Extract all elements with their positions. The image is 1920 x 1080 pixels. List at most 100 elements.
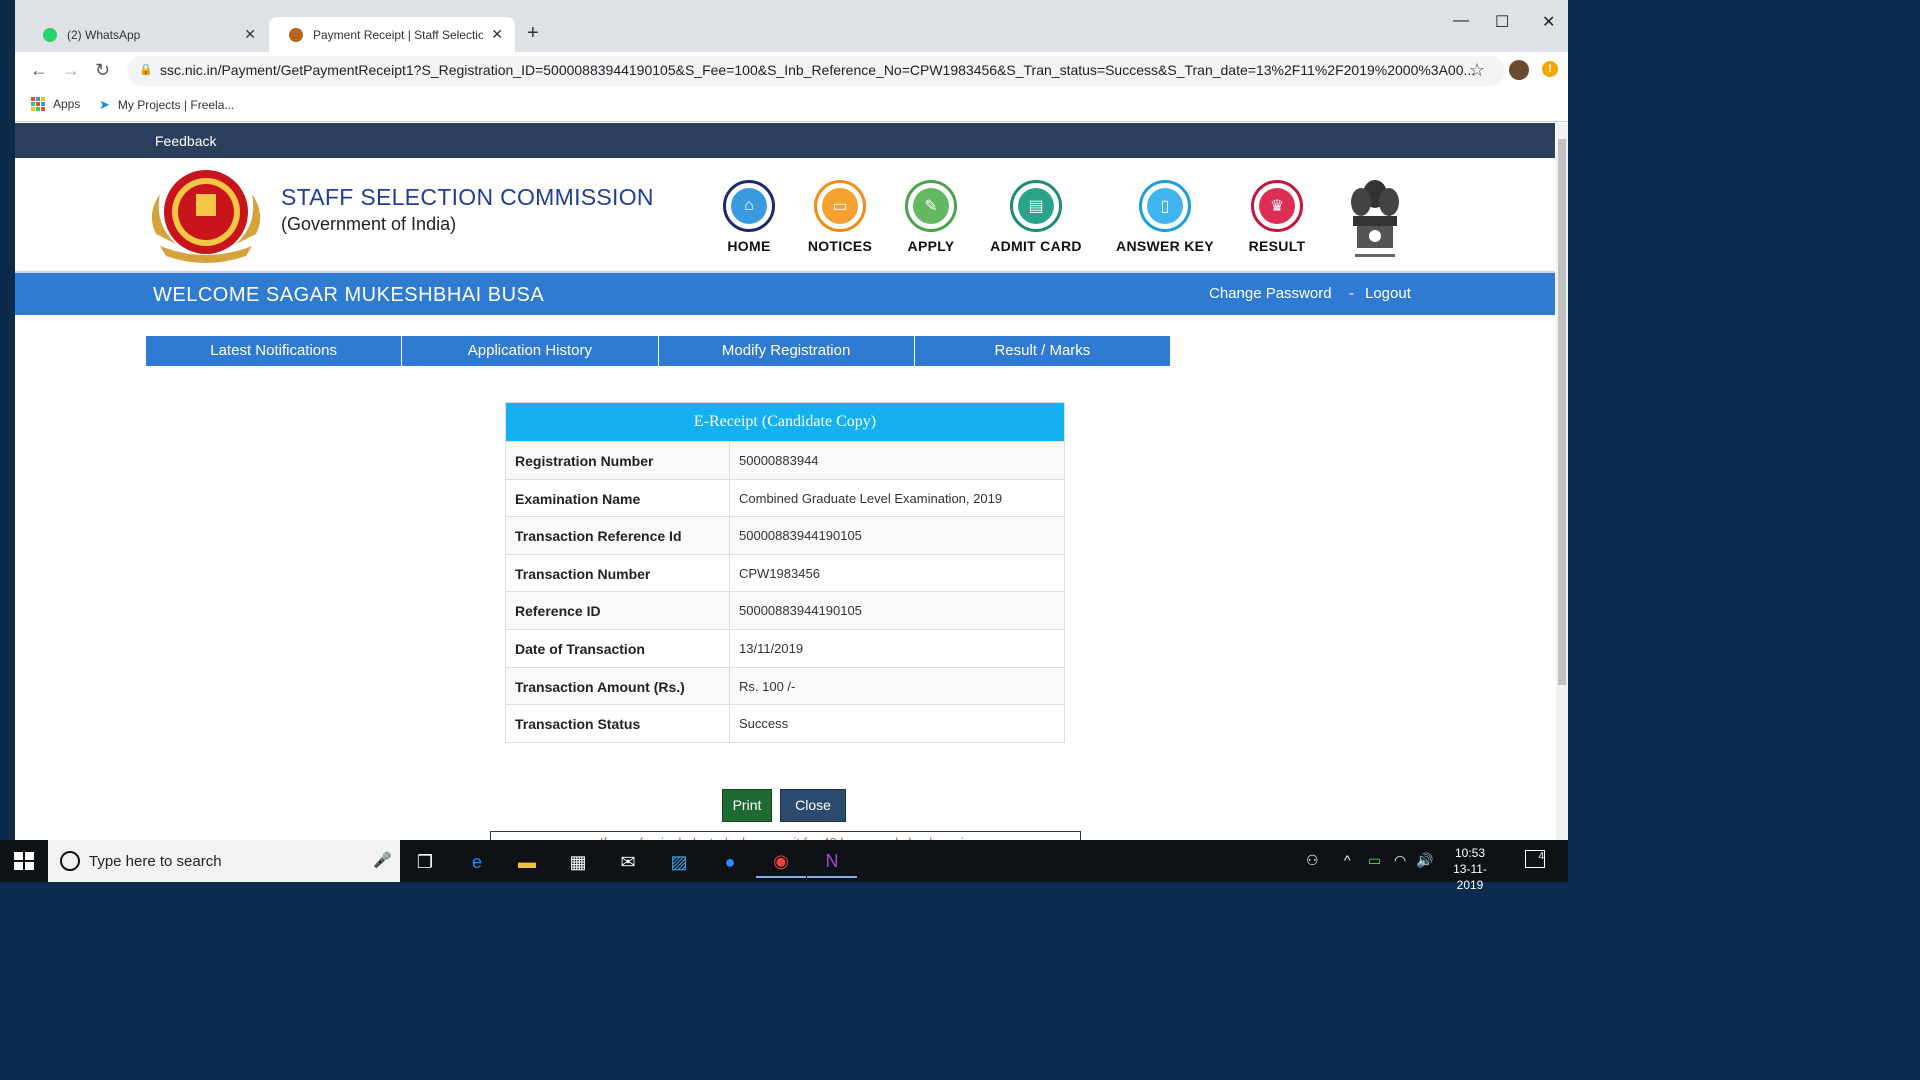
zoom-icon[interactable]: ● [705, 846, 755, 878]
notification-count: 4 [1538, 851, 1544, 862]
org-name: STAFF SELECTION COMMISSION [281, 184, 654, 210]
whatsapp-icon [43, 27, 57, 42]
clock-date: 13-11-2019 [1453, 862, 1487, 892]
top-bar: Feedback [15, 123, 1555, 158]
welcome-bar: WELCOME SAGAR MUKESHBHAI BUSA Change Pas… [15, 271, 1555, 315]
remote-desktop-icon[interactable]: ▨ [654, 846, 704, 878]
apps-grid-icon [31, 97, 45, 111]
table-row: Transaction Number CPW1983456 [506, 553, 1064, 592]
tab-title: Payment Receipt | Staff Selection [313, 27, 484, 42]
site-header: STAFF SELECTION COMMISSION (Government o… [15, 158, 1555, 271]
search-placeholder: Type here to search [89, 853, 222, 870]
feedback-link[interactable]: Feedback [155, 133, 216, 149]
bookmark-star-icon[interactable]: ☆ [1469, 60, 1485, 81]
new-tab-icon[interactable]: + [527, 22, 539, 45]
nav-result[interactable]: ♛ RESULT [1212, 180, 1342, 254]
scrollbar-thumb[interactable] [1558, 139, 1566, 685]
row-value: Success [739, 716, 789, 732]
table-row: Transaction Reference Id 5000088394419010… [506, 516, 1064, 554]
ssc-logo [151, 170, 261, 263]
close-icon[interactable]: ✕ [491, 26, 503, 43]
wifi-icon[interactable]: ◠ [1394, 852, 1406, 869]
bookmarks-bar: Apps ➤ My Projects | Freela... [15, 90, 1568, 122]
trophy-icon: ♛ [1259, 188, 1295, 224]
menu-latest-notifications[interactable]: Latest Notifications [146, 336, 403, 366]
taskbar-search[interactable]: Type here to search 🎤 [48, 840, 400, 882]
table-row: Transaction Amount (Rs.) Rs. 100 /- [506, 666, 1064, 705]
national-emblem [1351, 180, 1399, 257]
ssc-favicon-icon [289, 27, 303, 42]
edge-icon[interactable]: e [452, 846, 502, 878]
table-row: Date of Transaction 13/11/2019 [506, 628, 1064, 667]
page-scrollbar[interactable] [1556, 123, 1568, 840]
bookmark-my-projects[interactable]: ➤ My Projects | Freela... [99, 97, 234, 113]
row-label: Transaction Reference Id [506, 517, 730, 554]
file-explorer-icon[interactable]: ▬ [502, 846, 552, 878]
row-value: 50000883944190105 [739, 603, 862, 619]
row-label: Date of Transaction [506, 629, 730, 667]
nav-answer-key[interactable]: ▯ ANSWER KEY [1100, 180, 1230, 254]
tab-strip: (2) WhatsApp ✕ Payment Receipt | Staff S… [15, 0, 1568, 52]
battery-icon[interactable]: ▭ [1368, 852, 1381, 869]
web-page: Feedback STAFF SELECTION COMMISSION (Gov… [15, 123, 1555, 840]
bookmark-label: My Projects | Freela... [117, 98, 235, 112]
tab-whatsapp[interactable]: (2) WhatsApp ✕ [23, 17, 268, 52]
row-label: Transaction Number [506, 554, 730, 592]
store-icon[interactable]: ▦ [553, 846, 603, 878]
row-value: 50000883944 [739, 453, 819, 468]
freelancer-icon: ➤ [99, 97, 110, 112]
bookmark-label: Apps [53, 97, 81, 111]
print-button[interactable]: Print [722, 789, 772, 822]
table-row: Examination Name Combined Graduate Level … [506, 478, 1064, 517]
receipt-title: E-Receipt (Candidate Copy) [506, 403, 1064, 441]
chrome-icon[interactable]: ◉ [756, 846, 806, 878]
maximize-icon[interactable]: ☐ [1495, 12, 1509, 32]
browser-toolbar: ← → ↻ 🔒 ssc.nic.in/Payment/GetPaymentRec… [15, 52, 1568, 90]
bookmark-apps[interactable]: Apps [31, 97, 80, 111]
task-view-icon[interactable]: ❐ [400, 846, 450, 878]
minimize-icon[interactable]: — [1453, 12, 1469, 30]
onenote-icon[interactable]: N [807, 846, 857, 878]
table-row: Reference ID 50000883944190105 [506, 591, 1064, 629]
window-close-icon[interactable]: ✕ [1542, 12, 1555, 32]
fee-notice: If your fee is deducted, please wait for… [490, 831, 1081, 840]
change-password-link[interactable]: Change Password [1209, 285, 1332, 302]
address-bar[interactable]: 🔒 ssc.nic.in/Payment/GetPaymentReceipt1?… [127, 56, 1505, 86]
home-icon: ⌂ [731, 188, 767, 224]
profile-avatar[interactable] [1509, 60, 1529, 80]
people-icon[interactable]: ⚇ [1306, 852, 1319, 869]
tab-payment-receipt[interactable]: Payment Receipt | Staff Selection ✕ [269, 17, 515, 52]
menu-application-history[interactable]: Application History [402, 336, 659, 366]
row-value: 50000883944190105 [739, 528, 862, 544]
back-icon[interactable]: ← [30, 60, 48, 81]
menu-result-marks[interactable]: Result / Marks [914, 336, 1170, 366]
volume-icon[interactable]: 🔊 [1416, 852, 1433, 869]
close-button[interactable]: Close [780, 789, 846, 822]
row-label: Reference ID [506, 592, 730, 629]
lock-icon: 🔒 [139, 64, 153, 76]
windows-start-icon[interactable] [14, 852, 34, 870]
row-label: Transaction Amount (Rs.) [506, 667, 730, 705]
close-icon[interactable]: ✕ [244, 26, 256, 43]
nav-label: ANSWER KEY [1116, 238, 1214, 254]
url-text: ssc.nic.in/Payment/GetPaymentReceipt1?S_… [160, 62, 1476, 78]
row-value: Rs. 100 /- [739, 678, 796, 694]
mail-icon[interactable]: ✉ [603, 846, 653, 878]
system-clock[interactable]: 10:53 13-11-2019 [1440, 845, 1500, 893]
table-row: Registration Number 50000883944 [506, 441, 1064, 479]
chevron-up-icon[interactable]: ^ [1344, 852, 1351, 868]
notification-icon[interactable]: 4 [1525, 850, 1545, 868]
notice-icon: ▭ [822, 188, 858, 224]
forward-icon[interactable]: → [62, 60, 80, 81]
menu-modify-registration[interactable]: Modify Registration [658, 336, 915, 366]
update-alert-icon[interactable]: ! [1542, 61, 1558, 77]
table-row: Transaction Status Success [506, 704, 1064, 742]
microphone-icon[interactable]: 🎤 [373, 851, 392, 869]
reload-icon[interactable]: ↻ [95, 60, 110, 81]
edit-icon: ✎ [913, 188, 949, 224]
nav-admit-card[interactable]: ▤ ADMIT CARD [971, 180, 1101, 254]
logout-link[interactable]: Logout [1365, 285, 1411, 302]
browser-window: (2) WhatsApp ✕ Payment Receipt | Staff S… [15, 0, 1568, 840]
nav-label: ADMIT CARD [990, 238, 1082, 254]
row-label: Transaction Status [506, 705, 730, 742]
